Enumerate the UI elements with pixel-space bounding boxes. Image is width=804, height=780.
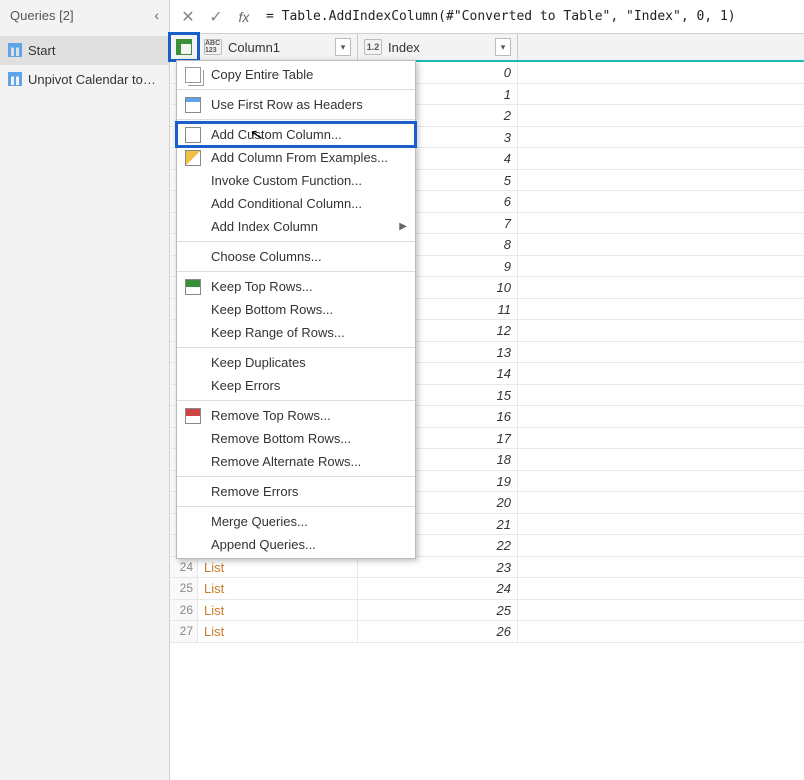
menu-item-label: Keep Range of Rows... xyxy=(211,325,345,340)
menu-item-label: Keep Bottom Rows... xyxy=(211,302,333,317)
sidebar-title: Queries [2] xyxy=(10,8,74,23)
menu-item-label: Remove Bottom Rows... xyxy=(211,431,351,446)
menu-item-remove-alternate-rows[interactable]: Remove Alternate Rows... xyxy=(177,450,415,473)
menu-item-append-queries[interactable]: Append Queries... xyxy=(177,533,415,556)
menu-item-merge-queries[interactable]: Merge Queries... xyxy=(177,510,415,533)
queries-sidebar: Queries [2] ‹ Start Unpivot Calendar to … xyxy=(0,0,170,780)
query-item-start[interactable]: Start xyxy=(0,36,169,65)
menu-item-label: Remove Errors xyxy=(211,484,298,499)
table-corner-button[interactable] xyxy=(170,34,198,60)
menu-item-label: Remove Alternate Rows... xyxy=(211,454,361,469)
menu-item-add-column-from-examples[interactable]: Add Column From Examples... xyxy=(177,146,415,169)
table-row[interactable]: 27List26 xyxy=(170,621,804,643)
menu-item-remove-bottom-rows[interactable]: Remove Bottom Rows... xyxy=(177,427,415,450)
query-label: Start xyxy=(28,43,55,58)
menu-item-keep-errors[interactable]: Keep Errors xyxy=(177,374,415,397)
query-label: Unpivot Calendar to T... xyxy=(28,72,164,87)
keep-icon xyxy=(185,279,201,295)
column-header-index[interactable]: 1.2 Index ▾ xyxy=(358,34,518,60)
row-number: 25 xyxy=(170,578,198,599)
column-name: Index xyxy=(388,40,495,55)
menu-separator xyxy=(177,241,415,242)
column-header-column1[interactable]: ABC 123 Column1 ▾ xyxy=(198,34,358,60)
table-row[interactable]: 24List23 xyxy=(170,557,804,579)
row-number: 27 xyxy=(170,621,198,642)
collapse-chevron-icon[interactable]: ‹ xyxy=(154,7,159,23)
menu-item-keep-top-rows[interactable]: Keep Top Rows... xyxy=(177,275,415,298)
menu-item-keep-bottom-rows[interactable]: Keep Bottom Rows... xyxy=(177,298,415,321)
query-list: Start Unpivot Calendar to T... xyxy=(0,30,169,94)
menu-item-keep-range-of-rows[interactable]: Keep Range of Rows... xyxy=(177,321,415,344)
table-icon xyxy=(176,39,192,55)
menu-item-choose-columns[interactable]: Choose Columns... xyxy=(177,245,415,268)
menu-item-label: Add Conditional Column... xyxy=(211,196,362,211)
row-number: 24 xyxy=(170,557,198,578)
cell-column1[interactable]: List xyxy=(198,621,358,642)
cell-index[interactable]: 26 xyxy=(358,621,518,642)
menu-item-label: Keep Duplicates xyxy=(211,355,306,370)
menu-item-label: Use First Row as Headers xyxy=(211,97,363,112)
menu-item-add-conditional-column[interactable]: Add Conditional Column... xyxy=(177,192,415,215)
grid-column-headers: ABC 123 Column1 ▾ 1.2 Index ▾ xyxy=(170,34,804,62)
table-context-menu: Copy Entire Table Use First Row as Header… xyxy=(176,60,416,559)
examples-icon xyxy=(185,150,201,166)
column-filter-dropdown-icon[interactable]: ▾ xyxy=(495,38,511,56)
menu-item-remove-top-rows[interactable]: Remove Top Rows... xyxy=(177,404,415,427)
cell-column1[interactable]: List xyxy=(198,557,358,578)
fx-icon[interactable]: fx xyxy=(230,3,258,31)
column-filter-dropdown-icon[interactable]: ▾ xyxy=(335,38,351,56)
table-icon xyxy=(8,72,22,86)
menu-item-label: Add Index Column xyxy=(211,219,318,234)
menu-separator xyxy=(177,506,415,507)
menu-item-label: Invoke Custom Function... xyxy=(211,173,362,188)
menu-item-label: Merge Queries... xyxy=(211,514,308,529)
menu-item-label: Keep Errors xyxy=(211,378,280,393)
cancel-formula-icon[interactable]: ✕ xyxy=(174,3,202,31)
table-icon xyxy=(8,43,22,57)
sidebar-header: Queries [2] ‹ xyxy=(0,0,169,30)
menu-item-add-index-column[interactable]: Add Index Column ▶ xyxy=(177,215,415,238)
menu-separator xyxy=(177,119,415,120)
type-number-icon[interactable]: 1.2 xyxy=(364,39,382,55)
table-icon xyxy=(185,97,201,113)
cell-column1[interactable]: List xyxy=(198,578,358,599)
menu-item-label: Copy Entire Table xyxy=(211,67,313,82)
copy-icon xyxy=(185,67,201,83)
remove-icon xyxy=(185,408,201,424)
menu-item-label: Choose Columns... xyxy=(211,249,322,264)
cell-index[interactable]: 23 xyxy=(358,557,518,578)
formula-input[interactable] xyxy=(258,5,800,28)
menu-item-label: Append Queries... xyxy=(211,537,316,552)
menu-item-label: Remove Top Rows... xyxy=(211,408,331,423)
menu-item-label: Add Custom Column... xyxy=(211,127,342,142)
commit-formula-icon[interactable]: ✓ xyxy=(202,3,230,31)
menu-separator xyxy=(177,476,415,477)
cell-index[interactable]: 25 xyxy=(358,600,518,621)
menu-item-label: Keep Top Rows... xyxy=(211,279,313,294)
menu-item-keep-duplicates[interactable]: Keep Duplicates xyxy=(177,351,415,374)
menu-item-invoke-custom-function[interactable]: Invoke Custom Function... xyxy=(177,169,415,192)
cell-column1[interactable]: List xyxy=(198,600,358,621)
menu-separator xyxy=(177,89,415,90)
cell-index[interactable]: 24 xyxy=(358,578,518,599)
submenu-arrow-icon: ▶ xyxy=(399,221,407,232)
formula-bar: ✕ ✓ fx xyxy=(170,0,804,34)
table-row[interactable]: 25List24 xyxy=(170,578,804,600)
menu-separator xyxy=(177,347,415,348)
menu-item-copy-entire-table[interactable]: Copy Entire Table xyxy=(177,63,415,86)
menu-item-add-custom-column[interactable]: Add Custom Column... xyxy=(177,123,415,146)
custom-icon xyxy=(185,127,201,143)
menu-item-label: Add Column From Examples... xyxy=(211,150,388,165)
menu-separator xyxy=(177,271,415,272)
column-name: Column1 xyxy=(228,40,335,55)
type-any-icon[interactable]: ABC 123 xyxy=(204,39,222,55)
row-number: 26 xyxy=(170,600,198,621)
menu-separator xyxy=(177,400,415,401)
menu-item-use-first-row-as-headers[interactable]: Use First Row as Headers xyxy=(177,93,415,116)
table-row[interactable]: 26List25 xyxy=(170,600,804,622)
menu-item-remove-errors[interactable]: Remove Errors xyxy=(177,480,415,503)
query-item-unpivot[interactable]: Unpivot Calendar to T... xyxy=(0,65,169,94)
